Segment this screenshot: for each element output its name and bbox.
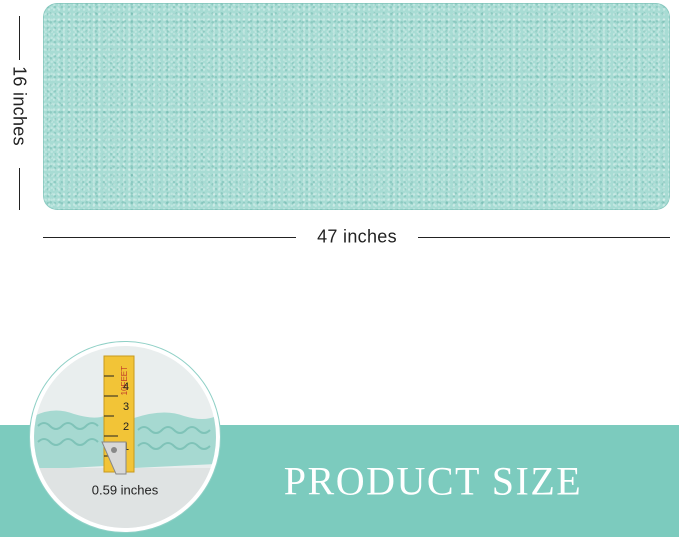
- width-dimension-line-left: [43, 237, 296, 238]
- width-dimension-line-right: [418, 237, 670, 238]
- height-dimension-line-top: [19, 16, 20, 60]
- height-dimension-line-bottom: [19, 168, 20, 210]
- tape-hook-rivet: [111, 447, 117, 453]
- bath-mat-image: [43, 3, 670, 210]
- banner-title: PRODUCT SIZE: [283, 458, 583, 504]
- height-label: 16 inches: [9, 66, 30, 146]
- thickness-detail-circle: 10FEET 4 3 2 1 0.59 inches: [30, 342, 220, 532]
- thickness-detail-illustration: 10FEET 4 3 2 1: [34, 355, 216, 528]
- mat-section-right: [134, 412, 216, 468]
- tape-mark-2: 2: [123, 421, 129, 433]
- floor-surface: [34, 468, 216, 528]
- width-label: 47 inches: [317, 226, 397, 247]
- tape-mark-4: 4: [123, 381, 129, 393]
- thickness-label: 0.59 inches: [91, 482, 159, 498]
- tape-mark-3: 3: [123, 401, 129, 413]
